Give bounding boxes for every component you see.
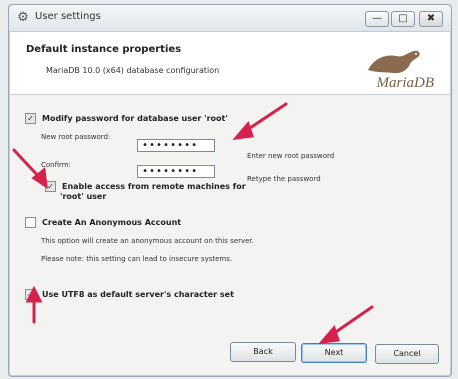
modify-password-label: Modify password for database user 'root' — [42, 114, 228, 123]
anonymous-account-label: Create An Anonymous Account — [42, 218, 182, 227]
anonymous-account-checkbox[interactable] — [25, 217, 36, 228]
form-area: ✓ Modify password for database user 'roo… — [9, 95, 451, 376]
back-button[interactable]: Back — [230, 342, 296, 362]
utf8-option[interactable]: ✓ Use UTF8 as default server's character… — [25, 289, 234, 300]
close-button[interactable]: ✖ — [419, 11, 443, 27]
next-button[interactable]: Next — [301, 343, 367, 363]
utf8-label: Use UTF8 as default server's character s… — [42, 290, 234, 299]
minimize-button[interactable]: — — [365, 11, 389, 27]
page-title: Default instance properties — [26, 44, 182, 55]
new-root-password-input[interactable]: •••••••• — [137, 139, 215, 152]
remote-access-option[interactable]: ✓ Enable access from remote machines for — [45, 181, 246, 192]
anonymous-note-1: This option will create an anonymous acc… — [41, 237, 254, 245]
confirm-password-input[interactable]: •••••••• — [137, 165, 215, 178]
page-subtitle: MariaDB 10.0 (x64) database configuratio… — [46, 66, 220, 75]
title-bar: ⚙ User settings — □ ✖ — [9, 5, 451, 32]
new-root-password-label: New root password: — [41, 133, 111, 141]
anonymous-account-option[interactable]: Create An Anonymous Account — [25, 217, 181, 228]
anonymous-note-2: Please note: this setting can lead to in… — [41, 255, 233, 263]
confirm-label: Confirm: — [41, 161, 71, 169]
utf8-checkbox[interactable]: ✓ — [25, 289, 36, 300]
cancel-button[interactable]: Cancel — [375, 344, 439, 364]
seal-icon — [368, 50, 420, 74]
maximize-button[interactable]: □ — [391, 11, 415, 27]
remote-access-checkbox[interactable]: ✓ — [45, 181, 56, 192]
remote-access-label-line2: 'root' user — [60, 192, 107, 201]
mariadb-logo: MariaDB — [348, 48, 434, 92]
installer-window: ⚙ User settings — □ ✖ Default instance p… — [8, 4, 452, 377]
new-root-password-hint: Enter new root password — [247, 152, 335, 160]
app-icon: ⚙ — [17, 10, 29, 25]
window-title: User settings — [35, 11, 101, 22]
page-header: Default instance properties MariaDB 10.0… — [10, 32, 450, 95]
logo-text: MariaDB — [376, 75, 435, 91]
remote-access-label-line1: Enable access from remote machines for — [62, 182, 246, 191]
confirm-password-hint: Retype the password — [247, 175, 321, 183]
modify-password-option[interactable]: ✓ Modify password for database user 'roo… — [25, 113, 228, 124]
modify-password-checkbox[interactable]: ✓ — [25, 113, 36, 124]
